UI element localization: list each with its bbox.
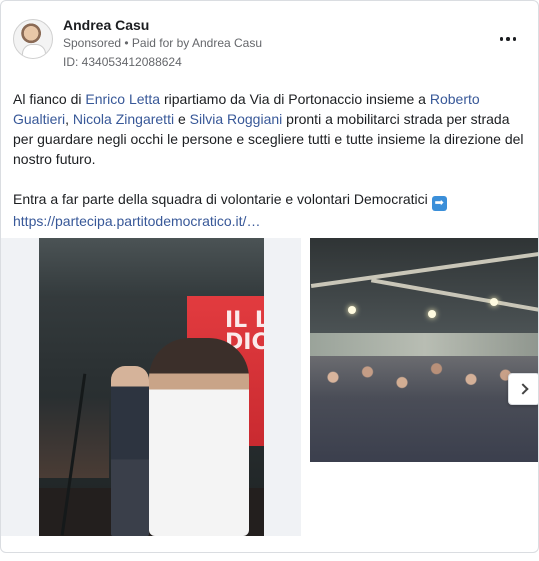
stage-photo: IL LA DIC xyxy=(39,238,264,536)
post-header: Andrea Casu Sponsored • Paid for by Andr… xyxy=(13,15,526,71)
ad-id: ID: 434053412088624 xyxy=(63,55,182,69)
body-text: Al fianco di xyxy=(13,91,86,107)
right-arrow-icon: ➡ xyxy=(431,196,447,211)
carousel-slide-1[interactable]: IL LA DIC xyxy=(1,238,301,536)
body-paragraph-2: Entra a far parte della squadra di volon… xyxy=(13,189,527,231)
meta-separator: • xyxy=(121,36,132,50)
post-body: Al fianco di Enrico Letta ripartiamo da … xyxy=(13,89,527,231)
body-text: ripartiamo da Via di Portonaccio insieme… xyxy=(160,91,430,107)
more-options-button[interactable] xyxy=(496,27,520,51)
body-paragraph-1: Al fianco di Enrico Letta ripartiamo da … xyxy=(13,89,527,169)
mention-enrico-letta[interactable]: Enrico Letta xyxy=(85,91,160,107)
carousel-slide-2[interactable] xyxy=(310,238,538,462)
body-text: Entra a far parte della squadra di volon… xyxy=(13,191,432,207)
paid-for-prefix: Paid for by xyxy=(131,36,192,50)
cta-link[interactable]: https://partecipa.partitodemocratico.it/… xyxy=(13,213,260,229)
sponsored-meta: Sponsored • Paid for by Andrea Casu xyxy=(63,36,262,50)
ad-card: Andrea Casu Sponsored • Paid for by Andr… xyxy=(0,0,539,553)
paid-for-name: Andrea Casu xyxy=(191,36,263,50)
carousel-next-button[interactable] xyxy=(508,373,538,405)
more-horizontal-icon xyxy=(499,37,517,41)
sponsored-label: Sponsored xyxy=(63,36,122,50)
image-carousel: IL LA DIC xyxy=(1,238,538,538)
mention-silvia-roggiani[interactable]: Silvia Roggiani xyxy=(190,111,283,127)
body-text: , xyxy=(65,111,73,127)
avatar[interactable] xyxy=(13,19,53,59)
chevron-right-icon xyxy=(516,383,529,395)
mention-nicola-zingaretti[interactable]: Nicola Zingaretti xyxy=(73,111,174,127)
body-text: e xyxy=(174,111,190,127)
page-name[interactable]: Andrea Casu xyxy=(63,17,149,33)
